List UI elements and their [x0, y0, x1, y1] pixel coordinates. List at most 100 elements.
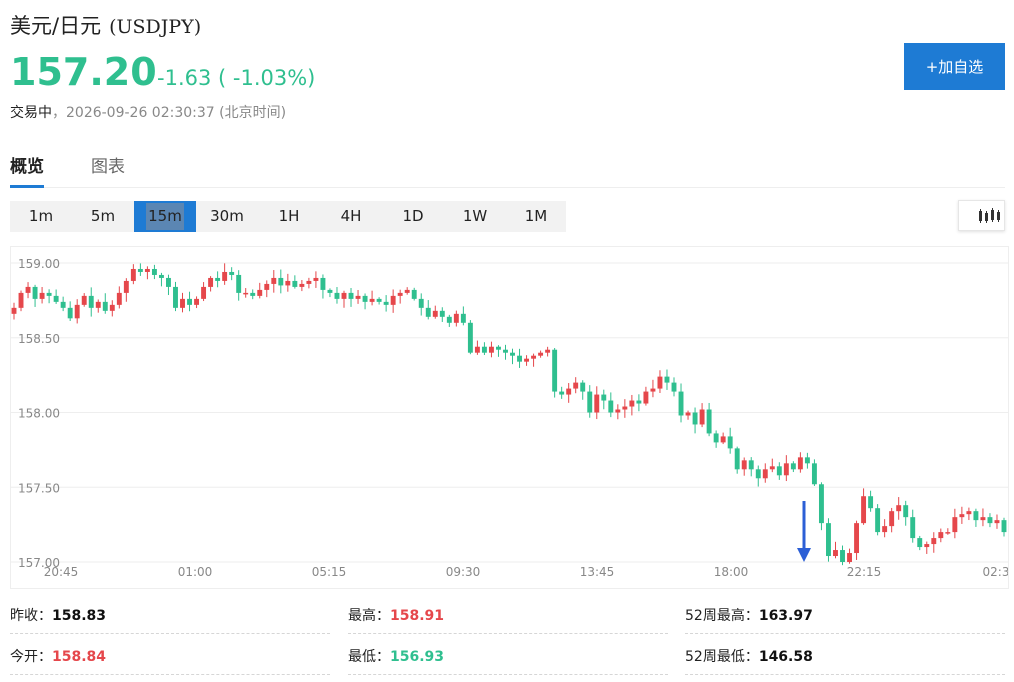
candle-body	[151, 268, 157, 275]
x-tick-label: 13:45	[580, 565, 615, 579]
candle-body	[980, 517, 986, 521]
y-tick-label: 158.00	[18, 407, 60, 421]
candle-body	[727, 436, 733, 449]
interval-4h[interactable]: 4H	[320, 201, 382, 232]
y-tick-label: 158.50	[18, 332, 60, 346]
stat-open: 今开：158.84	[10, 649, 107, 665]
candle-body	[158, 274, 164, 278]
candle-body	[552, 349, 558, 392]
interval-1h[interactable]: 1H	[258, 201, 320, 232]
candle-body	[847, 553, 852, 562]
candle-body	[790, 463, 796, 470]
stat-low: 最低：156.93	[348, 649, 445, 665]
candle-body	[671, 382, 677, 392]
tab-chart[interactable]: 图表	[91, 152, 125, 185]
tab-bar: 概览 图表	[10, 150, 1005, 188]
candle-body	[397, 292, 403, 296]
candle-body	[313, 277, 319, 281]
candle-body	[306, 280, 312, 284]
candle-body	[222, 271, 228, 281]
tab-overview[interactable]: 概览	[10, 152, 44, 188]
interval-5m[interactable]: 5m	[72, 201, 134, 232]
interval-1mo[interactable]: 1M	[506, 201, 566, 232]
candle-body	[137, 268, 143, 272]
candle-body	[776, 466, 782, 476]
candle-body	[636, 400, 642, 404]
candle-body	[81, 295, 87, 305]
candle-body	[95, 301, 101, 308]
divider	[685, 633, 1005, 634]
candlestick-chart-svg: 159.00158.50158.00157.50157.0020:45 01:00…	[11, 257, 1008, 579]
candle-body	[285, 280, 291, 286]
candle-body	[376, 298, 382, 302]
candle-body	[180, 298, 185, 308]
candle-body	[868, 496, 874, 509]
candle-body	[74, 304, 80, 319]
candle-body	[664, 376, 670, 383]
candle-body	[208, 277, 214, 287]
candle-body	[587, 391, 593, 413]
candle-body	[187, 298, 192, 305]
candle-body	[425, 307, 431, 317]
candle-body	[102, 301, 108, 311]
candle-body	[650, 388, 656, 392]
candle-body	[67, 307, 73, 319]
candle-body	[840, 550, 845, 562]
candle-body	[194, 298, 200, 305]
candle-body	[496, 346, 501, 350]
candle-body	[88, 295, 94, 308]
candle-body	[734, 448, 740, 470]
interval-selector: 1m 5m 15m 30m 1H 4H 1D 1W 1M	[10, 201, 566, 232]
candle-body	[32, 286, 38, 299]
candle-body	[917, 538, 923, 548]
interval-30m[interactable]: 30m	[196, 201, 258, 232]
candle-body	[418, 298, 424, 308]
current-price: 157.20	[10, 50, 157, 94]
candle-body	[264, 283, 270, 290]
divider	[10, 674, 330, 675]
candle-body	[474, 346, 480, 353]
candle-body	[945, 532, 951, 534]
candle-body	[755, 469, 761, 479]
candle-body	[439, 310, 445, 317]
interval-1w[interactable]: 1W	[444, 201, 506, 232]
candle-body	[910, 517, 916, 539]
candle-body	[896, 505, 902, 512]
candle-body	[327, 289, 333, 293]
candle-body	[46, 292, 52, 296]
candle-body	[804, 457, 810, 464]
status-label: 交易中	[10, 105, 52, 121]
candle-body	[861, 496, 867, 524]
status-time: ，2026-09-26 02:30:37 (北京时间)	[52, 105, 287, 121]
candle-body	[11, 307, 17, 314]
candle-body	[769, 466, 775, 470]
candle-body	[60, 301, 66, 308]
candle-body	[292, 280, 298, 287]
candle-body	[889, 511, 895, 527]
candle-body	[854, 523, 860, 554]
interval-15m[interactable]: 15m	[134, 201, 196, 232]
candle-body	[594, 394, 600, 413]
add-watchlist-button[interactable]: +加自选	[904, 43, 1005, 90]
candle-body	[545, 349, 551, 353]
candle-body	[278, 277, 284, 286]
candle-body	[931, 538, 937, 545]
divider	[10, 633, 330, 634]
instrument-title: 美元/日元 (USDJPY)	[10, 10, 201, 40]
candle-body	[334, 292, 340, 299]
candle-body	[116, 292, 122, 305]
x-tick-label: 05:15	[312, 565, 347, 579]
chart-type-button[interactable]	[958, 200, 1005, 231]
candle-body	[833, 550, 838, 557]
candle-body	[762, 469, 768, 479]
interval-1m[interactable]: 1m	[10, 201, 72, 232]
interval-1d[interactable]: 1D	[382, 201, 444, 232]
x-tick-label: 01:00	[178, 565, 213, 579]
candle-body	[488, 346, 494, 353]
candle-body	[538, 352, 544, 356]
candle-body	[580, 382, 586, 392]
stats-panel: 昨收：158.83 最高：158.91 52周最高：163.97 今开：158.…	[10, 600, 1005, 682]
candle-body	[481, 346, 487, 353]
price-chart[interactable]: 159.00 158.50 158.00 157.50 157.00 20:45 01:00…	[10, 246, 1009, 589]
x-tick-label: 20:45	[44, 565, 79, 579]
